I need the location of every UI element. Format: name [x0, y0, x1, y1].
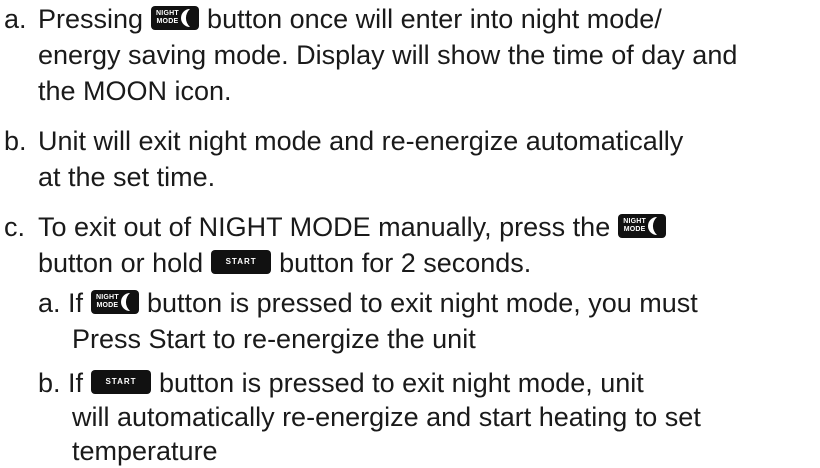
night-mode-label-1: NIGHT — [96, 293, 119, 301]
sub-item-b-text-post: button is pressed to exit night mode, un… — [159, 368, 644, 398]
item-a-text-pre: Pressing — [38, 4, 144, 34]
sub-item-b-line-3: temperature — [72, 436, 218, 466]
start-label: START — [105, 376, 137, 386]
item-c-line-2: button or hold START button for 2 seconds. — [38, 246, 531, 280]
night-mode-button: NIGHT MODE — [618, 213, 667, 238]
start-button: START — [91, 369, 152, 394]
sub-item-b-line-2: will automatically re-energize and start… — [72, 402, 701, 432]
night-mode-label-1: NIGHT — [623, 217, 646, 225]
night-mode-button: NIGHT MODE — [91, 289, 140, 314]
moon-icon — [121, 292, 131, 311]
start-label: START — [225, 256, 257, 266]
sub-item-a-line-1: If NIGHT MODE button is pressed to exit nig… — [68, 286, 698, 320]
item-c-marker: c. — [4, 212, 26, 242]
item-c-text-2b: button for 2 seconds. — [279, 248, 532, 278]
item-b-line-1: Unit will exit night mode and re-energiz… — [38, 126, 684, 156]
sub-item-a-marker: a. — [38, 288, 61, 318]
item-a-text-post: button once will enter into night mode/ — [207, 4, 662, 34]
sub-item-b-marker: b. — [38, 368, 61, 398]
item-a-line-2: energy saving mode. Display will show th… — [38, 40, 738, 70]
sub-item-b-line-1: If START button is pressed to exit night m… — [68, 366, 644, 400]
sub-item-a-text-pre: If — [68, 288, 84, 318]
night-mode-label-2: MODE — [156, 17, 179, 25]
item-b-line-2: at the set time. — [38, 162, 216, 192]
sub-item-b-text-pre: If — [68, 368, 84, 398]
item-c-line-1: To exit out of NIGHT MODE manually, pres… — [38, 210, 674, 244]
item-a-line-1: Pressing NIGHT MODE button once will enter … — [38, 2, 662, 36]
item-c-text-1: To exit out of NIGHT MODE manually, pres… — [38, 212, 611, 242]
item-a-marker: a. — [4, 4, 27, 34]
night-mode-label-2: MODE — [96, 301, 119, 309]
moon-icon — [648, 216, 658, 235]
start-button: START — [211, 249, 272, 274]
night-mode-label-2: MODE — [623, 225, 646, 233]
sub-item-a-line-2: Press Start to re-energize the unit — [72, 324, 476, 354]
moon-icon — [181, 8, 191, 27]
item-b-marker: b. — [4, 126, 27, 156]
item-a-line-3: the MOON icon. — [38, 76, 232, 106]
item-c-text-2a: button or hold — [38, 248, 204, 278]
night-mode-label-1: NIGHT — [156, 9, 179, 17]
sub-item-a-text-post: button is pressed to exit night mode, yo… — [147, 288, 698, 318]
night-mode-button: NIGHT MODE — [151, 5, 200, 30]
